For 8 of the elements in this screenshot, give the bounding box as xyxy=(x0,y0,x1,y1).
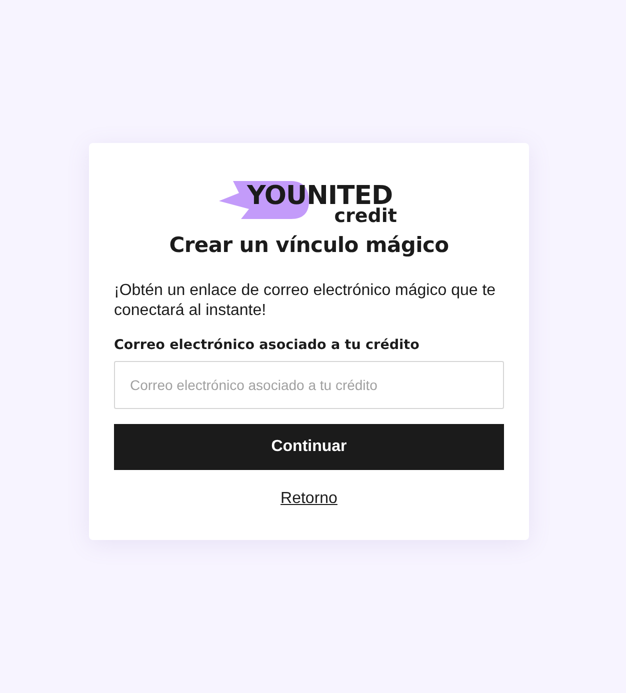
intro-text: ¡Obtén un enlace de correo electrónico mágico que te conectará al instante! xyxy=(114,281,497,321)
continue-button[interactable]: Continuar xyxy=(114,424,504,470)
back-link[interactable]: Retorno xyxy=(274,486,344,512)
email-field[interactable]: Correo electrónico asociado a tu crédito xyxy=(114,361,504,409)
field-label: Correo electrónico asociado a tu crédito xyxy=(114,337,420,353)
page-title: Crear un vínculo mágico xyxy=(168,233,450,257)
logo-subtitle: credit xyxy=(334,207,397,226)
logo-wordmark: YOUNITED xyxy=(247,183,393,209)
